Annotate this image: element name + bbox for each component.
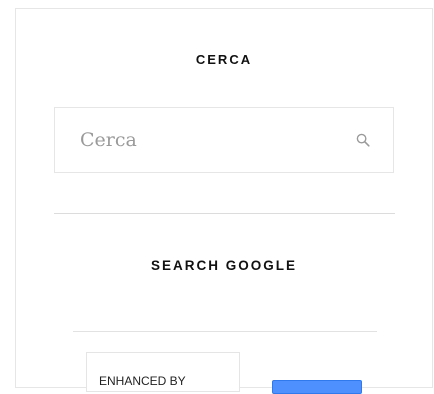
search-form [54,107,394,173]
search-widget-title: CERCA [195,52,253,67]
google-widget-divider [73,331,377,332]
search-icon[interactable] [356,133,370,147]
enhanced-by-label: ENHANCED BY [99,374,186,388]
google-search-widget-title: SEARCH GOOGLE [150,258,297,273]
google-custom-search-input[interactable]: ENHANCED BY [86,352,240,392]
widget-divider [54,213,395,214]
google-search-button[interactable] [272,380,362,394]
sidebar-panel: CERCA SEARCH GOOGLE ENHANCED BY [15,8,433,394]
search-input[interactable] [55,108,393,172]
